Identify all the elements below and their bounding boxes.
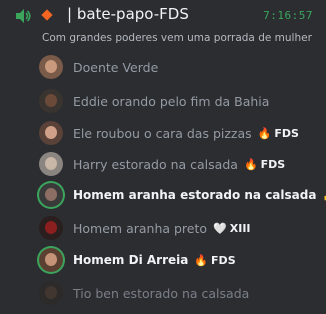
clock: 7:16:57 <box>263 9 313 22</box>
badge-label: XIII <box>229 221 251 235</box>
role-badge: 🔥 FDS <box>244 158 285 171</box>
channel-header: | bate-papo-FDS 7:16:57 <box>0 0 326 32</box>
member-item[interactable]: Tio ben estorado na calsada <box>39 278 326 308</box>
badge-emoji-icon: 🔥 <box>257 126 272 140</box>
member-name: Homem aranha preto <box>73 220 208 236</box>
member-name: Homem aranha estorado na calsada <box>73 188 317 202</box>
member-item[interactable]: Doente Verde <box>39 52 326 82</box>
orange-diamond-icon <box>41 9 53 21</box>
voice-channel-icon[interactable] <box>14 7 32 25</box>
role-badge: 🔥 FDS <box>194 254 235 267</box>
badge-emoji-icon: 👍 <box>322 189 326 202</box>
badge-emoji-icon: 🔥 <box>243 157 258 171</box>
avatar <box>39 89 63 113</box>
member-item[interactable]: Homem aranha preto 🤍 XIII <box>39 213 326 243</box>
avatar <box>39 152 63 176</box>
badge-label: FDS <box>260 157 286 171</box>
badge-label: FDS <box>274 126 299 140</box>
member-name: Homem Di Arreia <box>73 253 189 267</box>
member-item[interactable]: Homem Di Arreia 🔥 FDS <box>39 245 326 275</box>
avatar <box>39 281 63 305</box>
avatar <box>39 183 63 207</box>
channel-title: | bate-papo-FDS <box>67 5 189 23</box>
member-name: Harry estorado na calsada <box>73 156 238 172</box>
avatar <box>39 216 63 240</box>
avatar <box>39 121 63 145</box>
member-name: Eddie orando pelo fim da Bahia <box>73 93 270 109</box>
member-name: Ele roubou o cara das pizzas <box>73 125 252 141</box>
channel-topic: Com grandes poderes vem uma porrada de m… <box>42 32 312 44</box>
avatar <box>39 55 63 79</box>
badge-emoji-icon: 🔥 <box>194 253 209 267</box>
role-badge: 🔥 FDS <box>258 127 299 140</box>
member-item[interactable]: Ele roubou o cara das pizzas 🔥 FDS <box>39 118 326 148</box>
member-item[interactable]: Homem aranha estorado na calsada 👍 <box>39 180 326 210</box>
role-badge: 🤍 XIII <box>213 222 250 235</box>
member-name: Tio ben estorado na calsada <box>73 285 250 301</box>
avatar <box>39 248 63 272</box>
member-item[interactable]: Eddie orando pelo fim da Bahia <box>39 86 326 116</box>
role-badge: 👍 <box>322 189 326 202</box>
badge-label: FDS <box>211 253 236 267</box>
badge-emoji-icon: 🤍 <box>213 221 227 235</box>
member-name: Doente Verde <box>73 59 159 75</box>
member-item[interactable]: Harry estorado na calsada 🔥 FDS <box>39 149 326 179</box>
